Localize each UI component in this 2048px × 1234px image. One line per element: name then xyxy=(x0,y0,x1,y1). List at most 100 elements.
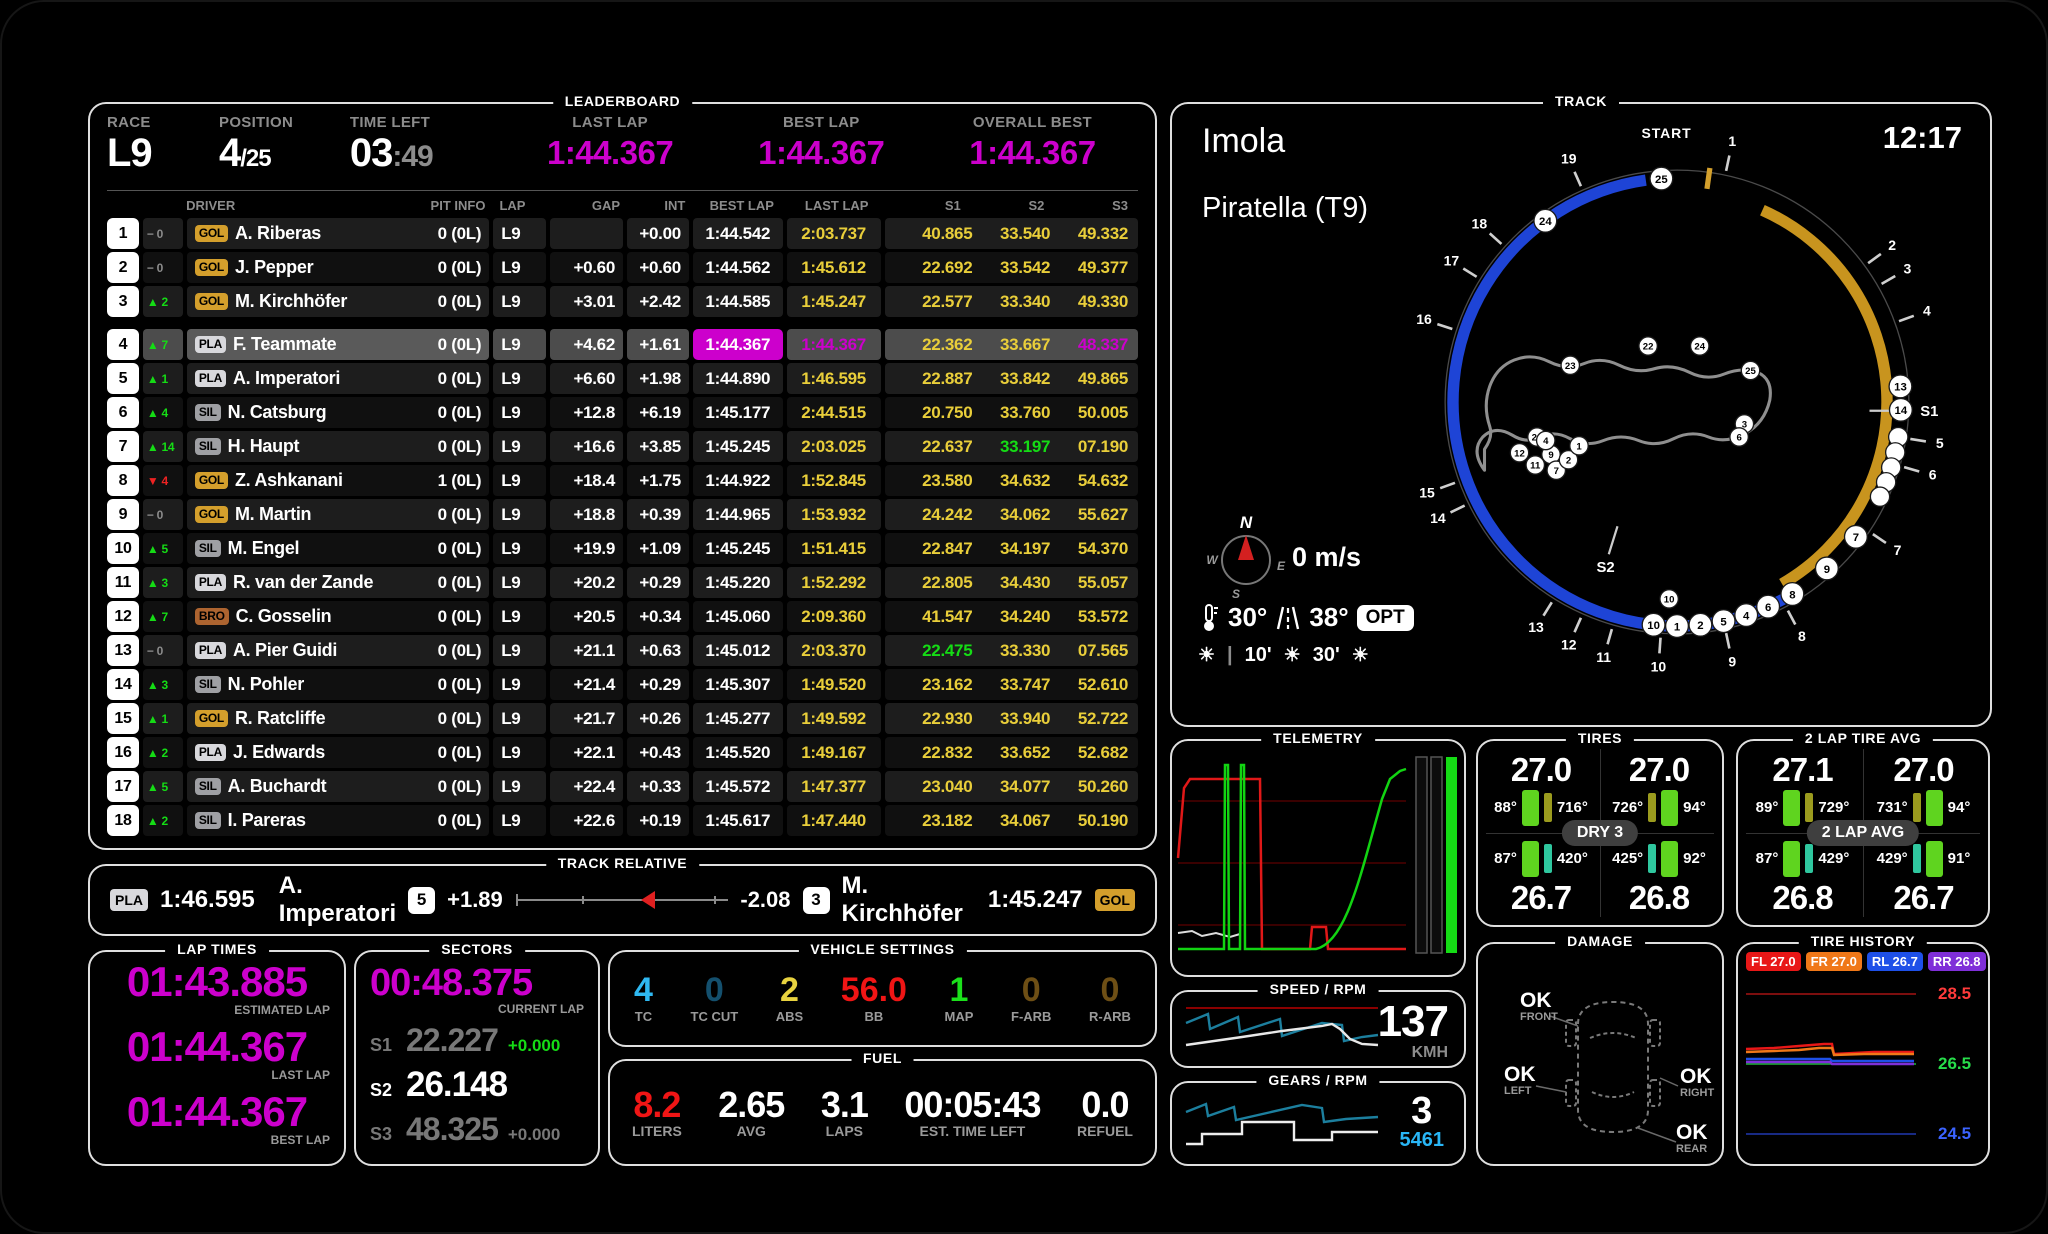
leaderboard-row[interactable]: 3▲ 2GOLM. Kirchhöfer0 (0L)L9+3.01+2.421:… xyxy=(107,286,1138,317)
s1-cell: 22.887 xyxy=(895,369,973,389)
position-badge: 7 xyxy=(107,431,139,462)
air-temp: 30° xyxy=(1228,602,1267,633)
position-change: ▲ 1 xyxy=(143,363,183,394)
behind-gap: -2.08 xyxy=(740,887,790,913)
s3-cell: 07.565 xyxy=(1050,641,1128,661)
current-lap-label: CURRENT LAP xyxy=(498,1002,584,1016)
svg-text:E: E xyxy=(1277,559,1286,573)
leaderboard-row[interactable]: 15▲ 1GOLR. Ratcliffe0 (0L)L9+21.7+0.261:… xyxy=(107,703,1138,734)
s3-cell: 55.057 xyxy=(1050,573,1128,593)
lap-cell: L9 xyxy=(493,737,546,768)
leaderboard-row[interactable]: 4▲ 7PLAF. Teammate0 (0L)L9+4.62+1.611:44… xyxy=(107,329,1138,360)
interval-cell: +1.09 xyxy=(627,533,689,564)
position-badge: 12 xyxy=(107,601,139,632)
last-lap-label: LAST LAP xyxy=(572,114,648,131)
tire-compound-badge: DRY 3 xyxy=(1562,820,1638,846)
leaderboard-row[interactable]: 16▲ 2PLAJ. Edwards0 (0L)L9+22.1+0.431:45… xyxy=(107,737,1138,768)
s1-cell: 22.637 xyxy=(895,437,973,457)
s3-cell: 54.370 xyxy=(1050,539,1128,559)
corner-number: 18 xyxy=(1472,215,1488,231)
pit-info: 0 (0L) xyxy=(438,811,482,831)
position-change: ▲ 7 xyxy=(143,601,183,632)
setting-f-arb: 0F-ARB xyxy=(1011,973,1051,1024)
leaderboard-row[interactable]: 13− 0PLAA. Pier Guidi0 (0L)L9+21.1+0.631… xyxy=(107,635,1138,666)
position-badge: 6 xyxy=(107,397,139,428)
throttle-bar xyxy=(1446,757,1457,953)
leaderboard-row[interactable]: 18▲ 2SILI. Pareras0 (0L)L9+22.6+0.191:45… xyxy=(107,805,1138,836)
s1-cell: 22.832 xyxy=(895,743,973,763)
s3-cell: 55.627 xyxy=(1050,505,1128,525)
best-lap-cell: 1:45.012 xyxy=(693,635,783,666)
corner-number: 13 xyxy=(1528,619,1544,635)
driver-name: R. Ratcliffe xyxy=(235,708,431,729)
leaderboard-row[interactable]: 14▲ 3SILN. Pohler0 (0L)L9+21.4+0.291:45.… xyxy=(107,669,1138,700)
s1-cell: 22.847 xyxy=(895,539,973,559)
s2-cell: 33.542 xyxy=(972,258,1050,278)
speed-value: 137 xyxy=(1378,1000,1448,1044)
leaderboard-row[interactable]: 8▼ 4GOLZ. Ashkanani1 (0L)L9+18.4+1.751:4… xyxy=(107,465,1138,496)
s1-label: S1 xyxy=(370,1035,396,1056)
col-gap: GAP xyxy=(556,198,628,213)
car-number: 24 xyxy=(1694,342,1705,353)
leaderboard-row[interactable]: 1− 0GOLA. Riberas0 (0L)L9+0.001:44.5422:… xyxy=(107,218,1138,249)
leaderboard-row[interactable]: 17▲ 5SILA. Buchardt0 (0L)L9+22.4+0.331:4… xyxy=(107,771,1138,802)
sectors-cell: 22.36233.66748.337 xyxy=(885,329,1138,360)
best-lap-cell: 1:44.965 xyxy=(693,499,783,530)
sun-30-icon: ☀ xyxy=(1352,644,1369,667)
position-change: ▲ 3 xyxy=(143,669,183,700)
brake-bar xyxy=(1431,757,1442,953)
corner-tick xyxy=(1882,276,1896,284)
damage-front: OKFRONT xyxy=(1520,990,1558,1024)
sectors-panel: SECTORS 00:48.375 CURRENT LAP S1 22.227 … xyxy=(354,950,600,1166)
leaderboard-row[interactable]: 12▲ 7BROC. Gosselin0 (0L)L9+20.5+0.341:4… xyxy=(107,601,1138,632)
setting-map: 1MAP xyxy=(945,973,974,1024)
s1-cell: 23.580 xyxy=(895,471,973,491)
leaderboard-row[interactable]: 10▲ 5SILM. Engel0 (0L)L9+19.9+1.091:45.2… xyxy=(107,533,1138,564)
car-marker-ring xyxy=(1870,487,1889,506)
fuel-label: FUEL xyxy=(851,1050,914,1066)
telemetry-chart xyxy=(1174,743,1464,975)
damage-left: OKLEFT xyxy=(1504,1064,1536,1098)
leaderboard-row[interactable]: 9− 0GOLM. Martin0 (0L)L9+18.8+0.391:44.9… xyxy=(107,499,1138,530)
s1-cell: 23.182 xyxy=(895,811,973,831)
position-badge: 10 xyxy=(107,533,139,564)
gears-rpm-label: GEARS / RPM xyxy=(1256,1072,1379,1088)
tire-avg-panel: 2 LAP TIRE AVG 2 LAP AVG 27.1 89°729° 27… xyxy=(1736,739,1990,927)
leaderboard-row[interactable]: 7▲ 14SILH. Haupt0 (0L)L9+16.6+3.851:45.2… xyxy=(107,431,1138,462)
driver-name: M. Kirchhöfer xyxy=(235,291,431,312)
corner-tick xyxy=(1726,633,1729,648)
s1-delta: +0.000 xyxy=(508,1036,560,1056)
race-value: L9 xyxy=(107,133,219,173)
leaderboard-row[interactable]: 5▲ 1PLAA. Imperatori0 (0L)L9+6.60+1.981:… xyxy=(107,363,1138,394)
tire-history-label: TIRE HISTORY xyxy=(1799,933,1927,949)
car-number: 4 xyxy=(1543,436,1549,447)
interval-cell: +2.42 xyxy=(627,286,689,317)
col-lap: LAP xyxy=(499,198,551,213)
corner-number: 19 xyxy=(1561,150,1577,166)
sectors-cell: 22.57733.34049.330 xyxy=(885,286,1138,317)
car-number: 25 xyxy=(1655,174,1668,186)
position-badge: 1 xyxy=(107,218,139,249)
wind-speed: 0 m/s xyxy=(1292,542,1361,573)
pit-info: 0 (0L) xyxy=(438,505,482,525)
driver-cell: PLAJ. Edwards0 (0L) xyxy=(187,737,489,768)
driver-name: A. Riberas xyxy=(235,223,431,244)
corner-number: 15 xyxy=(1419,484,1435,500)
pit-info: 0 (0L) xyxy=(438,607,482,627)
driver-cell: PLAA. Imperatori0 (0L) xyxy=(187,363,489,394)
corner-number: 16 xyxy=(1416,311,1432,327)
corner-tick xyxy=(1463,268,1476,276)
col-s3: S3 xyxy=(1054,198,1138,213)
lap-cell: L9 xyxy=(493,329,546,360)
corner-tick xyxy=(1873,534,1886,543)
behind-lap-time: 1:45.247 xyxy=(988,886,1083,914)
leaderboard-row[interactable]: 6▲ 4SILN. Catsburg0 (0L)L9+12.8+6.191:45… xyxy=(107,397,1138,428)
driver-cell: PLAA. Pier Guidi0 (0L) xyxy=(187,635,489,666)
lap-cell: L9 xyxy=(493,431,546,462)
leaderboard-row[interactable]: 11▲ 3PLAR. van der Zande0 (0L)L9+20.2+0.… xyxy=(107,567,1138,598)
axis-28-5: 28.5 xyxy=(1938,984,1982,1004)
position-badge: 11 xyxy=(107,567,139,598)
fuel-avg-label: AVG xyxy=(737,1123,766,1139)
s2-cell: 34.197 xyxy=(972,539,1050,559)
leaderboard-row[interactable]: 2− 0GOLJ. Pepper0 (0L)L9+0.60+0.601:44.5… xyxy=(107,252,1138,283)
